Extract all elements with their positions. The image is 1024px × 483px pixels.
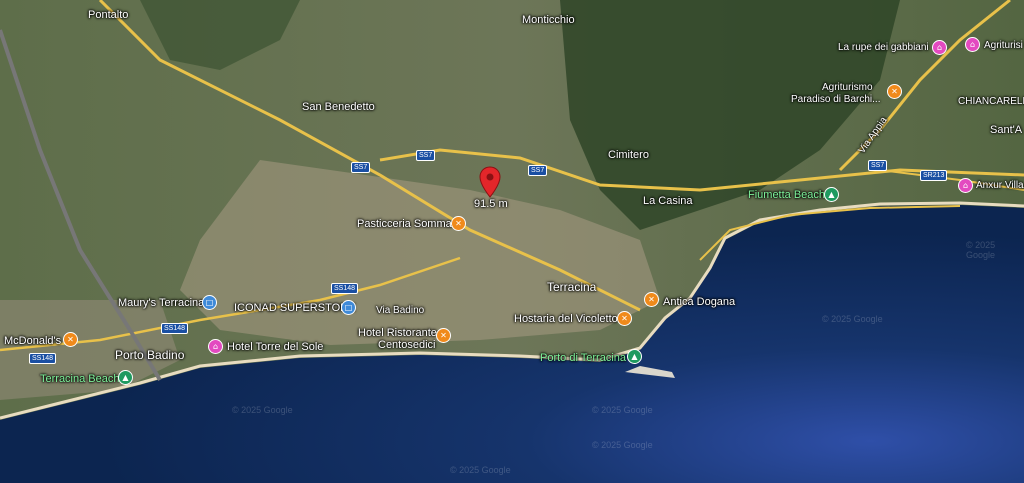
copyright-watermark: © 2025 Google	[232, 405, 293, 415]
poi-label-maurys-terracina[interactable]: Maury's Terracina	[118, 297, 204, 309]
poi-label-agriturismo-paradiso[interactable]: Agriturismo	[822, 82, 873, 93]
park-icon[interactable]: ▲	[824, 187, 839, 202]
poi-label-rupe-gabbiani[interactable]: La rupe dei gabbiani	[838, 42, 929, 53]
poi-label-pasticceria-somma[interactable]: Pasticceria Somma	[357, 218, 452, 230]
place-label-sant-a[interactable]: Sant'A	[990, 124, 1022, 136]
restaurant-icon[interactable]: ✕	[887, 84, 902, 99]
shopping-icon[interactable]: □	[341, 300, 356, 315]
place-label-terracina[interactable]: Terracina	[547, 280, 596, 294]
park-icon[interactable]: ▲	[118, 370, 133, 385]
restaurant-icon[interactable]: ✕	[436, 328, 451, 343]
shopping-icon[interactable]: □	[202, 295, 217, 310]
place-label-chiancarelle[interactable]: CHIANCARELLE	[958, 96, 1024, 107]
road-shield-ss7: SS7	[416, 150, 436, 161]
place-label-san-benedetto[interactable]: San Benedetto	[302, 101, 375, 113]
hotel-icon[interactable]: ⌂	[958, 178, 973, 193]
poi-label-hotel-torre-sole[interactable]: Hotel Torre del Sole	[227, 341, 323, 353]
poi-label-iconad-superstore[interactable]: ICONAD SUPERSTORE	[234, 302, 355, 314]
restaurant-icon[interactable]: ✕	[617, 311, 632, 326]
copyright-watermark: © 2025 Google	[822, 314, 883, 324]
park-icon[interactable]: ▲	[627, 349, 642, 364]
satellite-map[interactable]	[0, 0, 1024, 483]
place-label-monticchio[interactable]: Monticchio	[522, 14, 575, 26]
poi-label-mcdonalds[interactable]: McDonald's	[4, 335, 61, 347]
poi-label-hostaria-vicoletto[interactable]: Hostaria del Vicoletto	[514, 313, 618, 325]
copyright-watermark: © 2025 Google	[592, 405, 653, 415]
place-label-la-casina[interactable]: La Casina	[643, 195, 693, 207]
poi-label-terracina-beach[interactable]: Terracina Beach	[40, 373, 120, 385]
hotel-icon[interactable]: ⌂	[965, 37, 980, 52]
poi-label-agriturismo[interactable]: Agriturisi	[984, 40, 1023, 51]
hotel-icon[interactable]: ⌂	[208, 339, 223, 354]
place-label-pontalto[interactable]: Pontalto	[88, 9, 128, 21]
place-label-porto-badino[interactable]: Porto Badino	[115, 348, 184, 362]
poi-label-antica-dogana[interactable]: Antica Dogana	[663, 296, 735, 308]
road-shield-ss7: SS7	[351, 162, 371, 173]
poi-label-porto-terracina[interactable]: Porto di Terracina	[540, 352, 626, 364]
road-shield-ss148: SS148	[331, 283, 359, 294]
copyright-watermark: © 2025 Google	[966, 240, 996, 260]
marker-elevation-label: 91.5 m	[474, 198, 508, 210]
location-pin-icon[interactable]	[479, 166, 501, 198]
poi-label-agriturismo-paradiso-2[interactable]: Paradiso di Barchi...	[791, 94, 881, 105]
road-shield-sr213: SR213	[920, 170, 948, 181]
road-shield-ss148: SS148	[29, 353, 57, 364]
poi-label-anxur-villa[interactable]: Anxur Villa	[976, 180, 1024, 191]
poi-label-hotel-ristorante[interactable]: Hotel Ristorante	[358, 327, 437, 339]
restaurant-icon[interactable]: ✕	[451, 216, 466, 231]
place-label-cimitero[interactable]: Cimitero	[608, 149, 649, 161]
road-shield-ss7: SS7	[868, 160, 888, 171]
copyright-watermark: © 2025 Google	[450, 465, 511, 475]
copyright-watermark: © 2025 Google	[592, 440, 653, 450]
restaurant-icon[interactable]: ✕	[63, 332, 78, 347]
hotel-icon[interactable]: ⌂	[932, 40, 947, 55]
poi-label-hotel-ristorante-2[interactable]: Centosedici	[378, 339, 435, 351]
poi-label-fiumetta-beach[interactable]: Fiumetta Beach	[748, 189, 825, 201]
restaurant-icon[interactable]: ✕	[644, 292, 659, 307]
road-label-via-badino: Via Badino	[376, 305, 425, 316]
road-shield-ss148: SS148	[161, 323, 189, 334]
road-shield-ss7: SS7	[528, 165, 548, 176]
